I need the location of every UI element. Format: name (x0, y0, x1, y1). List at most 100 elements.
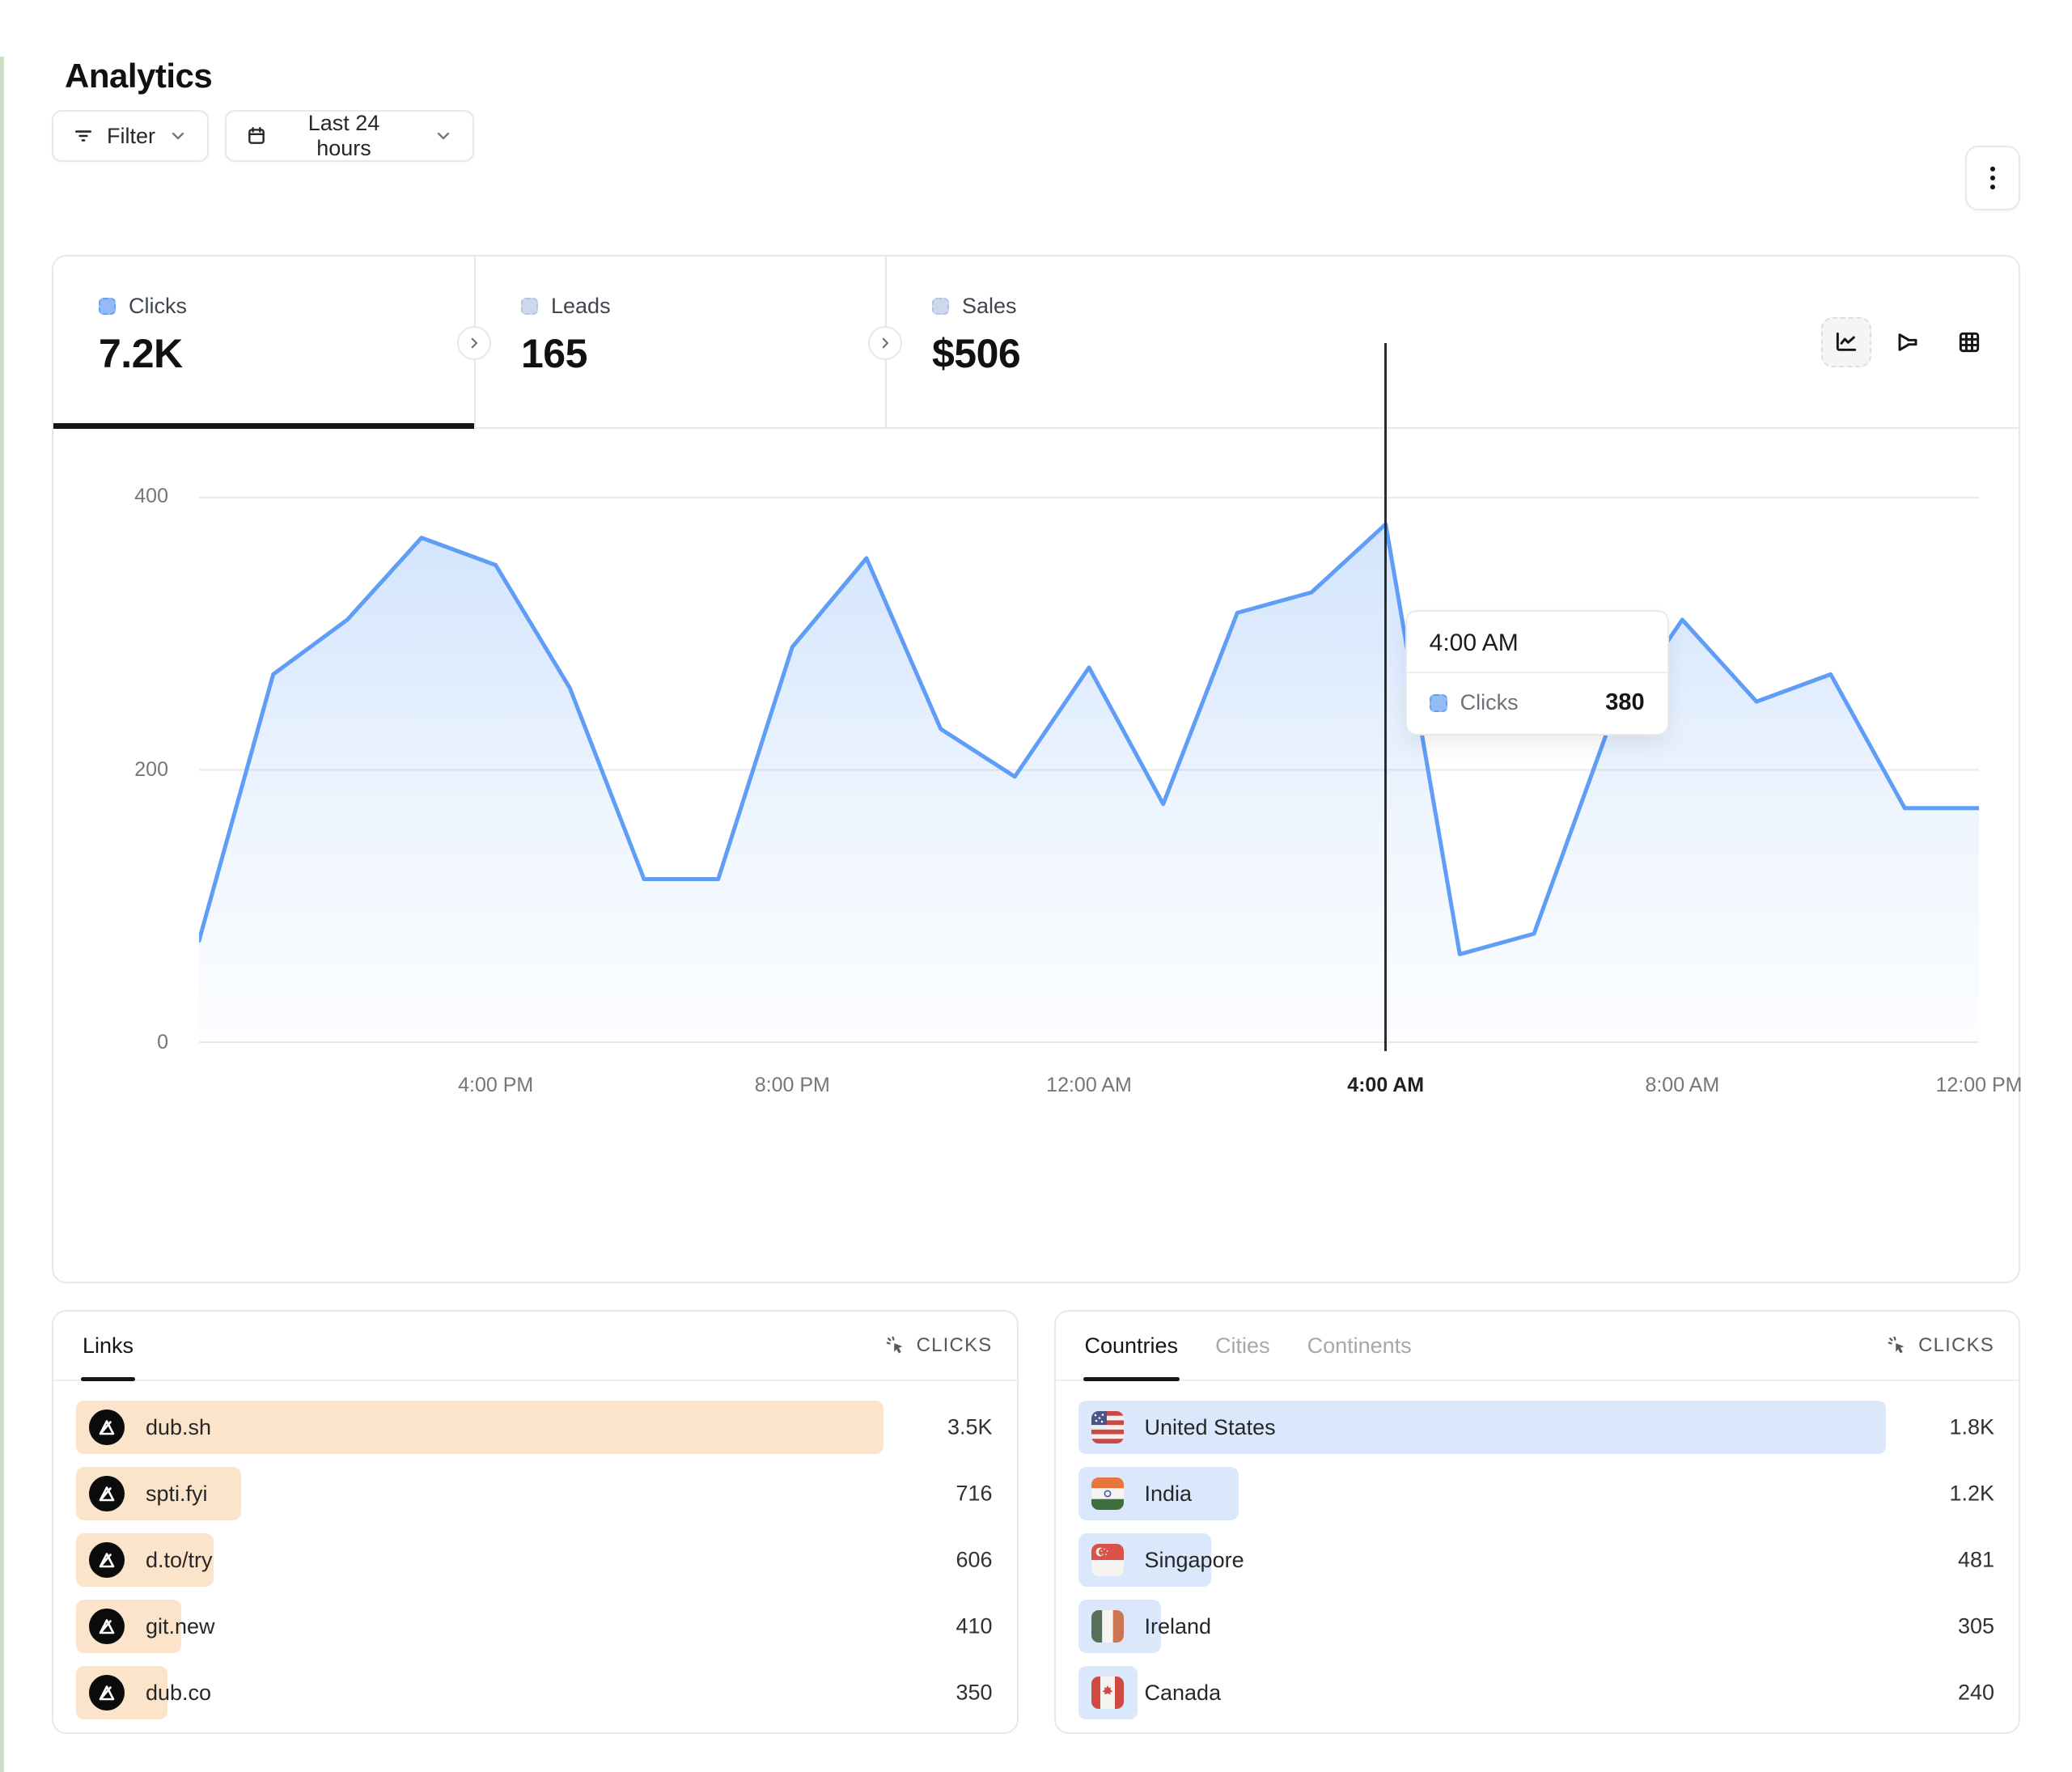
link-row[interactable]: dub.sh 3.5K (76, 1401, 994, 1454)
x-axis-tick: 8:00 AM (1645, 1074, 1719, 1097)
row-clicks-value: 716 (955, 1482, 992, 1507)
y-axis-tick: 0 (53, 1031, 168, 1054)
cursor-click-icon (1887, 1335, 1909, 1357)
stat-label: Clicks (129, 294, 187, 319)
tooltip-time: 4:00 AM (1407, 612, 1667, 673)
dub-logo-icon (89, 1476, 125, 1511)
us-flag-icon (1091, 1411, 1124, 1443)
tab-links[interactable]: Links (83, 1312, 133, 1380)
ie-flag-icon (1091, 1610, 1124, 1643)
countries-metric-selector[interactable]: CLICKS (1887, 1334, 1994, 1357)
links-panel: Links CLICKS dub.sh 3.5K spti.fyi 716 d.to/t… (52, 1310, 1019, 1734)
chevron-down-icon (434, 126, 453, 146)
stat-value: $506 (932, 330, 1296, 377)
row-label: India (1145, 1482, 1193, 1507)
country-row[interactable]: Singapore 481 (1078, 1533, 1997, 1587)
calendar-icon (246, 125, 267, 146)
clicks-legend-square-icon (1430, 694, 1447, 712)
dub-logo-icon (89, 1609, 125, 1644)
chart-section: 0200400 4:00 AM Clicks 380 4:00 PM8:00 P… (53, 429, 2019, 1282)
stat-value: 7.2K (99, 330, 474, 377)
filter-button-label: Filter (107, 124, 155, 149)
tab-countries[interactable]: Countries (1085, 1312, 1179, 1380)
countries-panel-header: Countries Cities Continents CLICKS (1056, 1312, 2019, 1381)
dub-logo-icon (89, 1675, 125, 1711)
tab-clicks[interactable]: Clicks 7.2K (53, 256, 474, 427)
links-metric-selector[interactable]: CLICKS (885, 1334, 993, 1357)
row-clicks-value: 1.8K (1949, 1415, 1994, 1440)
row-clicks-value: 240 (1958, 1681, 1994, 1706)
chart-hover-crosshair (1384, 343, 1387, 1051)
clicks-chart[interactable]: 4:00 AM Clicks 380 4:00 PM8:00 PM12:00 A… (199, 497, 1979, 1043)
funnel-view-button[interactable] (1883, 317, 1933, 367)
line-chart-view-button[interactable] (1821, 317, 1871, 367)
row-clicks-value: 3.5K (947, 1415, 993, 1440)
dub-logo-icon (89, 1410, 125, 1445)
date-range-label: Last 24 hours (280, 111, 408, 161)
dub-logo-icon (89, 1542, 125, 1578)
in-flag-icon (1091, 1477, 1124, 1510)
row-label: Ireland (1145, 1614, 1212, 1639)
row-label: git.new (146, 1614, 215, 1639)
kebab-vertical-icon (1981, 163, 2004, 193)
x-axis-tick: 12:00 PM (1935, 1074, 2022, 1097)
row-label: Singapore (1145, 1548, 1244, 1573)
expand-clicks-button[interactable] (457, 326, 491, 360)
x-axis-tick: 4:00 PM (458, 1074, 533, 1097)
chevron-down-icon (168, 126, 188, 146)
stats-tabs-row: Clicks 7.2K Leads 165 Sales $506 (53, 256, 2019, 429)
y-axis-tick: 400 (53, 485, 168, 508)
link-row[interactable]: dub.co 350 (76, 1666, 994, 1719)
table-grid-icon (1956, 329, 1982, 355)
row-clicks-value: 1.2K (1949, 1482, 1994, 1507)
row-clicks-value: 350 (955, 1681, 992, 1706)
filter-button[interactable]: Filter (52, 110, 209, 162)
tab-cities[interactable]: Cities (1215, 1312, 1270, 1380)
table-view-button[interactable] (1944, 317, 1994, 367)
line-chart-icon (1833, 329, 1859, 355)
page-title: Analytics (65, 57, 2020, 95)
link-row[interactable]: spti.fyi 716 (76, 1467, 994, 1520)
expand-leads-button[interactable] (868, 326, 902, 360)
row-clicks-value: 410 (955, 1614, 992, 1639)
more-menu-button[interactable] (1965, 146, 2020, 210)
analytics-page: Analytics Filter Last 24 hours (0, 57, 2072, 1734)
stat-value: 165 (521, 330, 885, 377)
row-clicks-value: 481 (1958, 1548, 1994, 1573)
row-label: United States (1145, 1415, 1276, 1440)
country-row[interactable]: United States 1.8K (1078, 1401, 1997, 1454)
row-clicks-value: 606 (955, 1548, 992, 1573)
link-row[interactable]: d.to/try 606 (76, 1533, 994, 1587)
stat-label: Leads (551, 294, 611, 319)
x-axis-tick: 12:00 AM (1046, 1074, 1132, 1097)
sales-legend-square-icon (932, 298, 949, 315)
cursor-click-icon (885, 1335, 907, 1357)
chart-view-toggles (1821, 256, 2019, 427)
tooltip-value: 380 (1605, 689, 1644, 716)
page-left-accent-edge (0, 57, 4, 1772)
country-row[interactable]: Ireland 305 (1078, 1600, 1997, 1653)
tab-leads[interactable]: Leads 165 (474, 256, 885, 427)
row-clicks-value: 305 (1958, 1614, 1994, 1639)
countries-panel: Countries Cities Continents CLICKS United … (1054, 1310, 2021, 1734)
links-panel-header: Links CLICKS (53, 1312, 1017, 1381)
sg-flag-icon (1091, 1544, 1124, 1576)
country-row[interactable]: Canada240 (1078, 1666, 1997, 1719)
country-row[interactable]: India 1.2K (1078, 1467, 1997, 1520)
metric-label: CLICKS (917, 1334, 993, 1357)
row-label: d.to/try (146, 1548, 213, 1573)
date-range-button[interactable]: Last 24 hours (225, 110, 474, 162)
x-axis-tick: 4:00 AM (1347, 1074, 1424, 1097)
link-row[interactable]: git.new 410 (76, 1600, 994, 1653)
row-label: dub.sh (146, 1415, 211, 1440)
clicks-legend-square-icon (99, 298, 116, 315)
tooltip-series-label: Clicks (1460, 690, 1519, 715)
toolbar: Filter Last 24 hours (52, 110, 2020, 175)
metric-label: CLICKS (1918, 1334, 1994, 1357)
tab-sales[interactable]: Sales $506 (885, 256, 1296, 427)
stat-label: Sales (962, 294, 1017, 319)
tab-continents[interactable]: Continents (1307, 1312, 1412, 1380)
row-label: dub.co (146, 1681, 211, 1706)
chart-tooltip: 4:00 AM Clicks 380 (1405, 610, 1669, 736)
row-label: spti.fyi (146, 1482, 208, 1507)
